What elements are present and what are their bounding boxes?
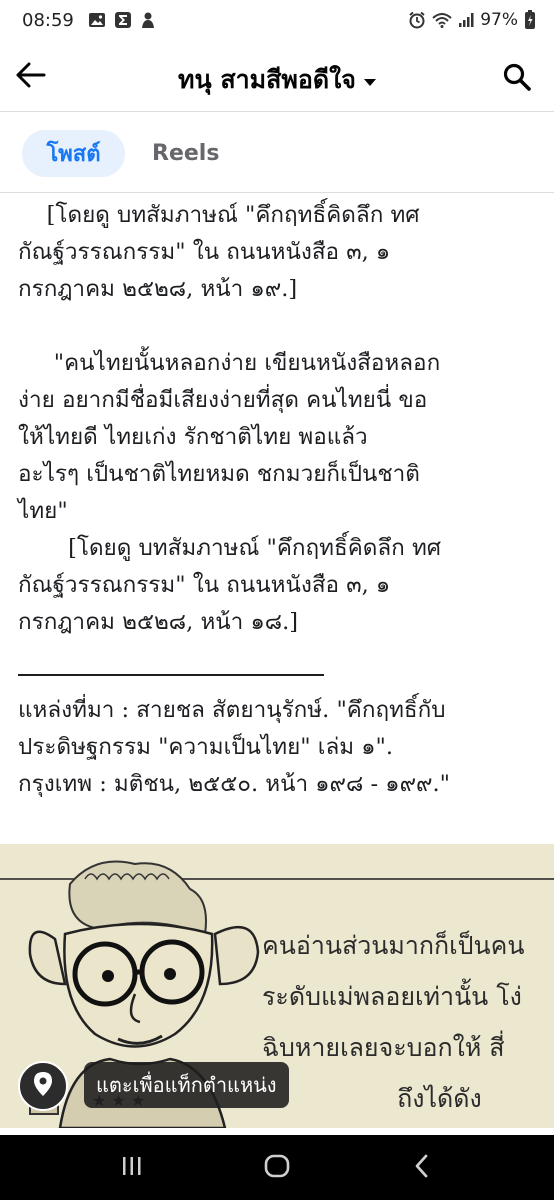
scan-line: ฉิบหายเลยจะบอกให้ สี่	[262, 1033, 505, 1062]
gallery-icon	[88, 12, 106, 28]
search-icon	[502, 63, 532, 96]
page-title: ทนุ สามสีพอดีใจ	[178, 65, 356, 94]
profile-header: ทนุ สามสีพอดีใจ	[0, 40, 554, 112]
tab-reels[interactable]: Reels	[152, 130, 219, 177]
profile-tabs: โพสต์ Reels	[0, 113, 554, 193]
post-line: [โดยดู บทสัมภาษณ์ "คึกฤทธิ์คิดลึก ทศ	[18, 535, 442, 561]
scan-line: ถึงได้ดัง	[262, 1084, 482, 1113]
search-button[interactable]	[502, 62, 532, 92]
system-back-button[interactable]	[392, 1138, 452, 1198]
tag-location-button[interactable]	[18, 1061, 68, 1111]
wifi-icon	[432, 12, 452, 28]
source-line: แหล่งที่มา : สายชล สัตยานุรักษ์. "คึกฤทธ…	[18, 697, 446, 723]
app-icon	[140, 11, 156, 29]
source-line: ประดิษฐกรรม "ความเป็นไทย" เล่ม ๑".	[18, 734, 394, 760]
battery-percent: 97%	[480, 10, 518, 30]
scan-line: คนอ่านส่วนมากก็เป็นคน	[262, 931, 525, 960]
tab-posts[interactable]: โพสต์	[22, 130, 125, 177]
post-line: ไทย"	[18, 498, 68, 524]
post-line: กรกฎาคม ๒๕๒๘, หน้า ๑๙.]	[18, 276, 298, 302]
post-line: อะไรๆ เป็นชาติไทยหมด ชกมวยก็เป็นชาติ	[18, 461, 420, 487]
recents-icon	[120, 1155, 144, 1181]
scan-caption: คนอ่านส่วนมากก็เป็นคน ระดับแม่พลอยเท่านั…	[262, 920, 554, 1124]
scan-line: ระดับแม่พลอยเท่านั้น โง่	[262, 982, 522, 1011]
profile-switcher[interactable]: ทนุ สามสีพอดีใจ	[0, 60, 554, 100]
post-line: [โดยดู บทสัมภาษณ์ "คึกฤทธิ์คิดลึก ทศ	[18, 202, 420, 228]
text-divider	[18, 674, 324, 676]
back-icon	[414, 1154, 430, 1182]
alarm-icon	[408, 11, 426, 29]
location-pin-icon	[33, 1071, 53, 1101]
status-bar: 08:59 97%	[0, 0, 554, 40]
post-line: ง่าย อยากมีชื่อมีเสียงง่ายที่สุด คนไทยนี…	[18, 387, 428, 413]
signal-icon	[458, 12, 474, 28]
status-bar-right: 97%	[408, 10, 536, 30]
post-line: ให้ไทยดี ไทยเก่ง รักชาติไทย พอแล้ว	[18, 424, 368, 450]
post-line: กรกฎาคม ๒๕๒๘, หน้า ๑๘.]	[18, 609, 299, 635]
sigma-icon	[114, 11, 132, 29]
caret-down-icon	[363, 78, 376, 86]
system-nav-bar	[0, 1135, 554, 1200]
post-body: [โดยดู บทสัมภาษณ์ "คึกฤทธิ์คิดลึก ทศ กัณ…	[18, 197, 538, 803]
tag-location-label[interactable]: แตะเพื่อแท็กตำแหน่ง	[84, 1062, 289, 1108]
battery-icon	[524, 10, 536, 30]
status-time: 08:59	[22, 9, 74, 31]
post-line: กัณฐ์วรรณกรรม" ใน ถนนหนังสือ ๓, ๑	[18, 572, 391, 598]
source-line: กรุงเทพ : มติชน, ๒๕๕๐. หน้า ๑๙๘ - ๑๙๙."	[18, 771, 451, 797]
status-bar-left: 08:59	[22, 10, 156, 31]
recents-button[interactable]	[102, 1138, 162, 1198]
home-button[interactable]	[247, 1138, 307, 1198]
home-icon	[264, 1154, 290, 1182]
post-line: "คนไทยนั้นหลอกง่าย เขียนหนังสือหลอก	[18, 350, 441, 376]
post-line: กัณฐ์วรรณกรรม" ใน ถนนหนังสือ ๓, ๑	[18, 239, 391, 265]
